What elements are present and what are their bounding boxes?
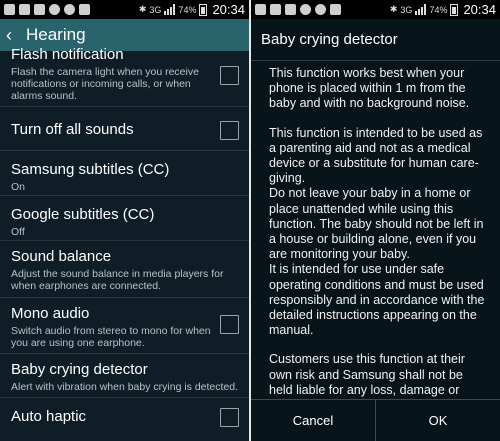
calendar-icon xyxy=(79,4,90,15)
signal-icon xyxy=(164,4,176,15)
chevron-left-icon[interactable]: ‹ xyxy=(6,25,22,46)
network-type: 3G xyxy=(400,4,413,15)
setting-turn-off-all-sounds[interactable]: Turn off all sounds xyxy=(0,107,249,151)
dialog-paragraph: This function is intended to be used as … xyxy=(269,125,483,186)
setting-title: Samsung subtitles (CC) xyxy=(11,161,170,178)
battery-icon xyxy=(199,3,208,16)
setting-mono-audio[interactable]: Mono audio Switch audio from stereo to m… xyxy=(0,298,249,354)
dialog-header: Baby crying detector xyxy=(251,19,500,61)
dialog-paragraph: This function works best when your phone… xyxy=(269,66,470,111)
setting-subtitle: On xyxy=(11,181,26,193)
music-icon xyxy=(64,4,75,15)
signal-icon xyxy=(415,4,427,15)
bluetooth-icon: ✱ xyxy=(389,4,398,14)
dialog-paragraph: Do not leave your baby in a home or plac… xyxy=(269,186,484,262)
setting-samsung-subtitles[interactable]: Samsung subtitles (CC) On xyxy=(0,151,249,196)
auto-haptic-checkbox[interactable] xyxy=(220,408,239,427)
network-type: 3G xyxy=(149,4,162,15)
status-bar: ✱ 3G 74% 20:34 xyxy=(0,0,249,19)
settings-list: Flash notification Flash the camera ligh… xyxy=(0,46,249,441)
app-icon xyxy=(300,4,311,15)
setting-subtitle: Flash the camera light when you receive … xyxy=(11,66,199,102)
dialog-button-bar: Cancel OK xyxy=(251,399,500,441)
image-icon xyxy=(34,4,45,15)
app-icon xyxy=(49,4,60,15)
calendar-icon xyxy=(330,4,341,15)
setting-flash-notification[interactable]: Flash notification Flash the camera ligh… xyxy=(0,46,249,107)
music-icon xyxy=(315,4,326,15)
battery-icon xyxy=(450,3,459,16)
turn-off-sounds-checkbox[interactable] xyxy=(220,121,239,140)
mail-icon xyxy=(270,4,281,15)
setting-title: Flash notification xyxy=(11,46,124,63)
setting-title: Mono audio xyxy=(11,305,90,322)
setting-baby-crying-detector[interactable]: Baby crying detector Alert with vibratio… xyxy=(0,354,249,398)
setting-subtitle: Switch audio from stereo to mono for whe… xyxy=(11,325,211,349)
page-title: Hearing xyxy=(26,25,86,44)
dialog-paragraph: Customers use this function at their own… xyxy=(269,352,465,399)
notification-icon xyxy=(255,4,266,15)
setting-title: Sound balance xyxy=(11,248,112,265)
left-screen: ✱ 3G 74% 20:34 ‹ Hearing Flash notificat… xyxy=(0,0,249,441)
dialog-paragraph: It is intended for use under safe operat… xyxy=(269,262,485,338)
battery-percent: 74% xyxy=(429,4,448,15)
battery-percent: 74% xyxy=(178,4,197,15)
flash-notification-checkbox[interactable] xyxy=(220,66,239,85)
clock: 20:34 xyxy=(463,2,496,17)
mono-audio-checkbox[interactable] xyxy=(220,315,239,334)
ok-button[interactable]: OK xyxy=(376,400,500,441)
setting-subtitle: Off xyxy=(11,226,25,238)
notification-icon xyxy=(4,4,15,15)
cancel-button[interactable]: Cancel xyxy=(251,400,375,441)
status-bar: ✱ 3G 74% 20:34 xyxy=(251,0,500,19)
clock: 20:34 xyxy=(212,2,245,17)
setting-subtitle: Adjust the sound balance in media player… xyxy=(11,268,224,292)
image-icon xyxy=(285,4,296,15)
setting-auto-haptic[interactable]: Auto haptic xyxy=(0,398,249,441)
mail-icon xyxy=(19,4,30,15)
bluetooth-icon: ✱ xyxy=(138,4,147,14)
setting-title: Google subtitles (CC) xyxy=(11,206,155,223)
setting-google-subtitles[interactable]: Google subtitles (CC) Off xyxy=(0,196,249,241)
dialog-title: Baby crying detector xyxy=(261,31,398,48)
setting-sound-balance[interactable]: Sound balance Adjust the sound balance i… xyxy=(0,241,249,298)
setting-title: Turn off all sounds xyxy=(11,121,134,138)
setting-title: Baby crying detector xyxy=(11,361,148,378)
setting-title: Auto haptic xyxy=(11,408,87,425)
setting-subtitle: Alert with vibration when baby crying is… xyxy=(11,381,239,393)
right-screen: ✱ 3G 74% 20:34 Baby crying detector This… xyxy=(251,0,500,441)
dialog-body[interactable]: This function works best when your phone… xyxy=(251,62,500,399)
